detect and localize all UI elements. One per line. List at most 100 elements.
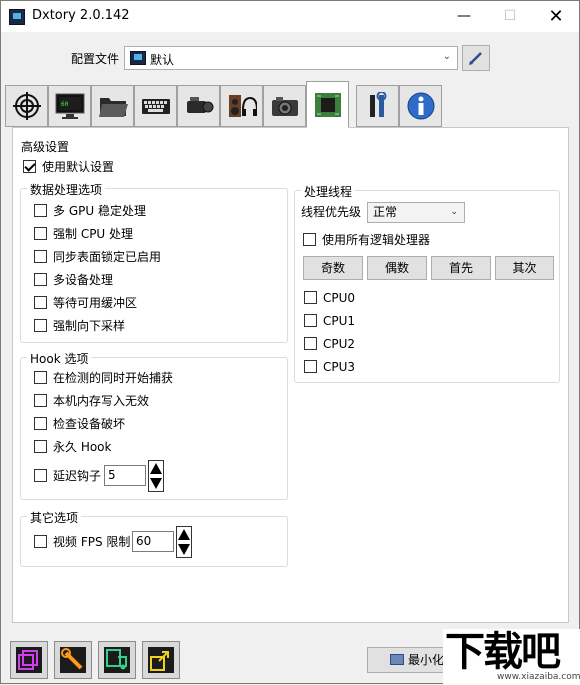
checkbox-label: 视频 FPS 限制 bbox=[53, 535, 131, 549]
arrow-down-icon[interactable] bbox=[150, 478, 162, 489]
tab-video[interactable]: 60 bbox=[48, 85, 91, 127]
delay-hook-spinner[interactable] bbox=[148, 460, 164, 492]
config-profile-select[interactable]: 默认 ⌄ bbox=[124, 46, 458, 70]
cpu3-checkbox[interactable]: CPU3 bbox=[304, 359, 355, 377]
checkbox[interactable] bbox=[34, 204, 47, 217]
use-default-checkbox-box[interactable] bbox=[23, 160, 36, 173]
thread-group: 处理线程 线程优先级 正常 ⌄ 使用所有逻辑处理器 奇数 偶数 首先 其次 CP… bbox=[294, 183, 560, 383]
checkbox-label: 强制 CPU 处理 bbox=[53, 227, 134, 241]
export-button[interactable] bbox=[142, 641, 180, 679]
checkbox-label: CPU3 bbox=[323, 360, 356, 374]
fps-limit-input[interactable]: 60 bbox=[132, 531, 174, 552]
camera-icon bbox=[272, 97, 298, 116]
checkbox[interactable] bbox=[34, 440, 47, 453]
tab-hotkey[interactable] bbox=[134, 85, 177, 127]
native-memory-write-checkbox[interactable]: 本机内存写入无效 bbox=[34, 393, 149, 411]
window-title: Dxtory 2.0.142 bbox=[32, 8, 130, 23]
checkbox[interactable] bbox=[304, 337, 317, 350]
minimize-icon bbox=[390, 654, 404, 665]
checkbox-label: 延迟钩子 bbox=[53, 469, 102, 483]
checkbox[interactable] bbox=[303, 233, 316, 246]
checkbox[interactable] bbox=[34, 535, 47, 548]
arrow-down-icon[interactable] bbox=[178, 544, 190, 555]
chip-icon bbox=[315, 93, 341, 117]
data-processing-group: 数据处理选项 多 GPU 稳定处理 强制 CPU 处理 同步表面锁定已启用 多设… bbox=[20, 181, 288, 343]
tab-target[interactable] bbox=[5, 85, 48, 127]
fps-limit-spinner[interactable] bbox=[176, 526, 192, 558]
force-cpu-checkbox[interactable]: 强制 CPU 处理 bbox=[34, 226, 133, 244]
watermark-logo: 下载吧 www.xiazaiba.com bbox=[443, 629, 580, 685]
delay-hook-checkbox[interactable]: 延迟钩子 bbox=[34, 468, 101, 486]
cpu0-checkbox[interactable]: CPU0 bbox=[304, 290, 355, 308]
checkbox[interactable] bbox=[34, 394, 47, 407]
checkbox[interactable] bbox=[34, 296, 47, 309]
checkbox[interactable] bbox=[34, 273, 47, 286]
fps-limit-checkbox[interactable]: 视频 FPS 限制 bbox=[34, 534, 130, 552]
title-bar: Dxtory 2.0.142 — ☐ ✕ bbox=[1, 1, 579, 32]
other-options-group: 其它选项 视频 FPS 限制 60 bbox=[20, 509, 288, 567]
tab-screenshot[interactable] bbox=[263, 85, 306, 127]
tab-advanced[interactable] bbox=[306, 81, 349, 128]
force-downsample-checkbox[interactable]: 强制向下采样 bbox=[34, 318, 125, 336]
checkbox[interactable] bbox=[34, 319, 47, 332]
multi-gpu-checkbox[interactable]: 多 GPU 稳定处理 bbox=[34, 203, 146, 221]
checkbox-label: 使用所有逻辑处理器 bbox=[322, 233, 431, 247]
arrow-up-icon[interactable] bbox=[150, 463, 162, 474]
tab-info[interactable] bbox=[399, 85, 442, 127]
checkbox[interactable] bbox=[34, 417, 47, 430]
checkbox-label: 本机内存写入无效 bbox=[53, 394, 150, 408]
windows-button[interactable] bbox=[10, 641, 48, 679]
check-device-lost-checkbox[interactable]: 检查设备破坏 bbox=[34, 416, 125, 434]
arrow-up-icon[interactable] bbox=[178, 529, 190, 540]
thread-priority-value: 正常 bbox=[373, 205, 398, 219]
watermark-text: 下载吧 bbox=[445, 629, 561, 675]
second-button[interactable]: 其次 bbox=[495, 256, 554, 280]
sync-surface-lock-checkbox[interactable]: 同步表面锁定已启用 bbox=[34, 249, 161, 267]
checkbox[interactable] bbox=[304, 360, 317, 373]
delay-hook-input[interactable]: 5 bbox=[104, 465, 146, 486]
audio-icon bbox=[229, 95, 257, 117]
cpu2-checkbox[interactable]: CPU2 bbox=[304, 336, 355, 354]
thread-priority-label: 线程优先级 bbox=[301, 205, 362, 219]
multi-device-checkbox[interactable]: 多设备处理 bbox=[34, 272, 113, 290]
tab-audio[interactable] bbox=[220, 85, 263, 127]
media-button[interactable] bbox=[98, 641, 136, 679]
app-window: Dxtory 2.0.142 — ☐ ✕ 配置文件 默认 ⌄ 60 高级设置 使… bbox=[0, 0, 580, 685]
tab-folder[interactable] bbox=[91, 85, 134, 127]
profile-icon bbox=[130, 51, 146, 65]
odd-button[interactable]: 奇数 bbox=[303, 256, 363, 280]
checkbox[interactable] bbox=[34, 227, 47, 240]
edit-profile-button[interactable] bbox=[462, 45, 490, 71]
checkbox[interactable] bbox=[304, 314, 317, 327]
folder-icon bbox=[99, 98, 128, 117]
checkbox[interactable] bbox=[34, 250, 47, 263]
close-window-button[interactable]: ✕ bbox=[533, 1, 579, 32]
checkbox-label: 强制向下采样 bbox=[53, 319, 126, 333]
thread-priority-select[interactable]: 正常 ⌄ bbox=[367, 202, 465, 223]
checkbox-label: 检查设备破坏 bbox=[53, 417, 126, 431]
checkbox-label: 同步表面锁定已启用 bbox=[53, 250, 162, 264]
tab-movie[interactable] bbox=[177, 85, 220, 127]
checkbox-label: CPU1 bbox=[323, 314, 356, 328]
tab-tools[interactable] bbox=[356, 85, 399, 127]
minimize-window-button[interactable]: — bbox=[441, 1, 487, 32]
thread-group-title: 处理线程 bbox=[301, 183, 356, 200]
minimize-button[interactable]: 最小化 bbox=[367, 647, 453, 673]
wait-buffer-checkbox[interactable]: 等待可用缓冲区 bbox=[34, 295, 137, 313]
cpu1-checkbox[interactable]: CPU1 bbox=[304, 313, 355, 331]
keyboard-icon bbox=[142, 99, 170, 114]
config-profile-value: 默认 bbox=[150, 53, 175, 67]
hook-options-group: Hook 选项 在检测的同时开始捕获 本机内存写入无效 检查设备破坏 永久 Ho… bbox=[20, 350, 288, 500]
maximize-window-button[interactable]: ☐ bbox=[487, 1, 533, 32]
checkbox[interactable] bbox=[34, 371, 47, 384]
checkbox[interactable] bbox=[34, 469, 47, 482]
use-all-processors-checkbox[interactable]: 使用所有逻辑处理器 bbox=[303, 232, 430, 250]
settings-button[interactable] bbox=[54, 641, 92, 679]
first-button[interactable]: 首先 bbox=[431, 256, 491, 280]
media-icon bbox=[104, 647, 130, 673]
even-button[interactable]: 偶数 bbox=[367, 256, 427, 280]
permanent-hook-checkbox[interactable]: 永久 Hook bbox=[34, 439, 111, 457]
checkbox[interactable] bbox=[304, 291, 317, 304]
use-default-checkbox[interactable]: 使用默认设置 bbox=[23, 159, 114, 177]
capture-on-detect-checkbox[interactable]: 在检测的同时开始捕获 bbox=[34, 370, 173, 388]
